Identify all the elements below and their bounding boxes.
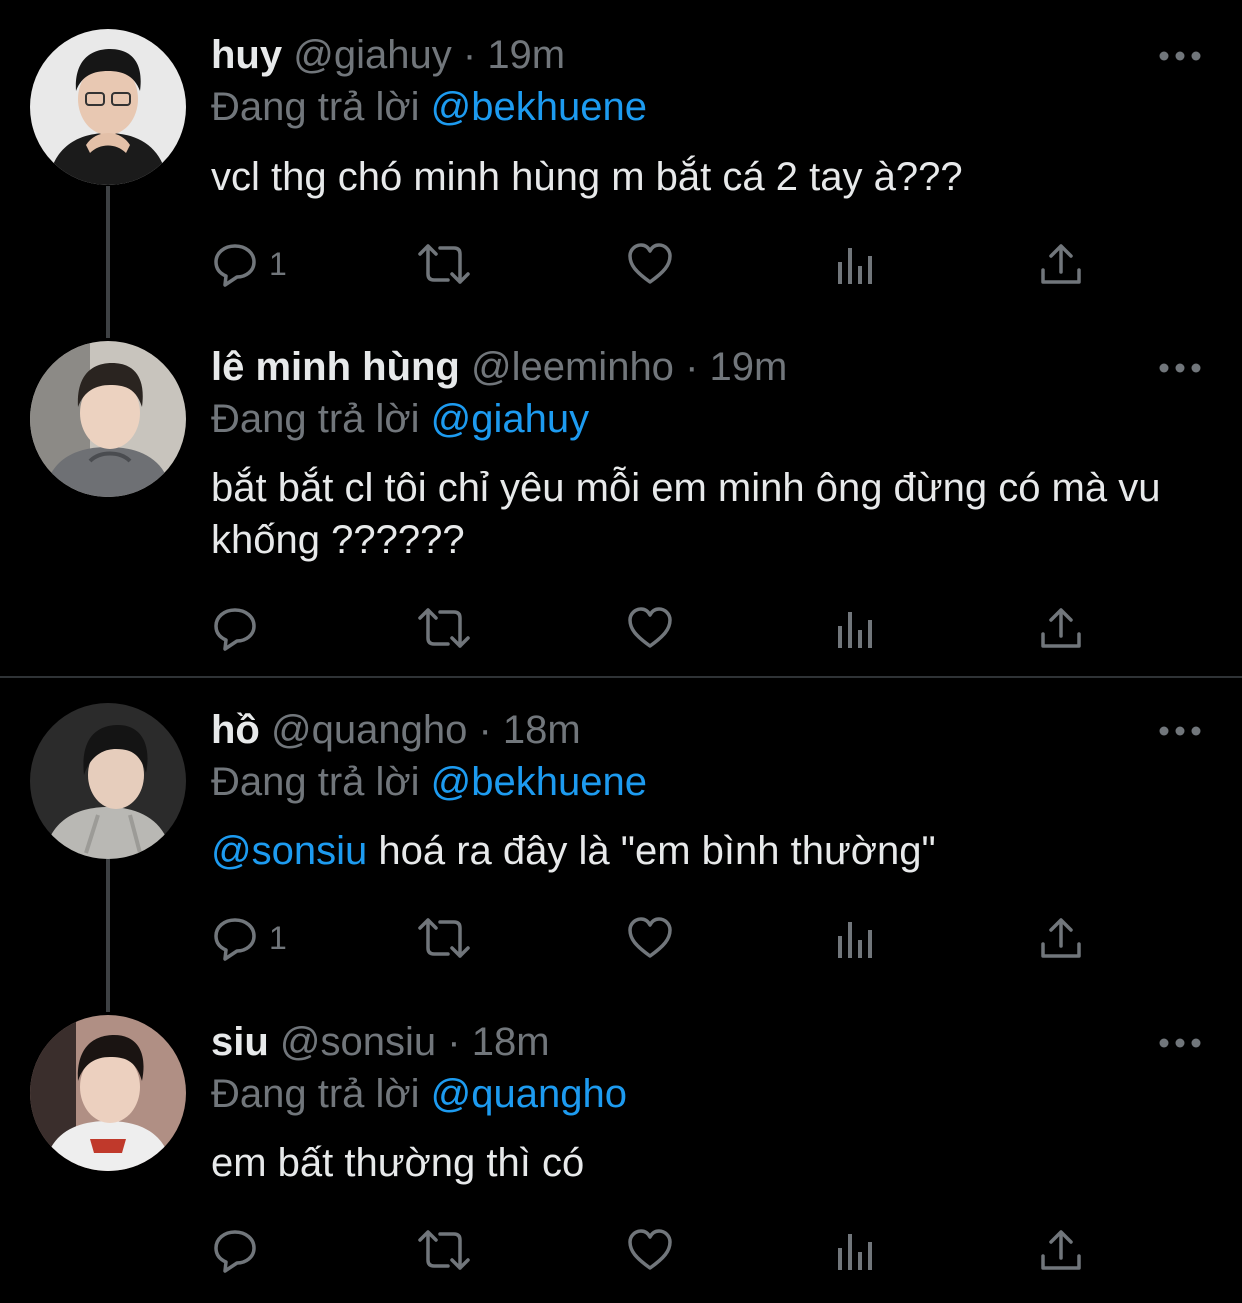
timestamp[interactable]: 19m	[710, 345, 788, 389]
tweet-text: @sonsiu hoá ra đây là "em bình thường"	[211, 825, 1171, 877]
retweet-icon	[416, 914, 472, 962]
analytics-icon	[834, 1226, 878, 1274]
reply-button[interactable]	[211, 602, 269, 654]
reply-button[interactable]	[211, 1224, 269, 1276]
analytics-icon	[834, 914, 878, 962]
display-name[interactable]: siu	[211, 1020, 269, 1064]
views-button[interactable]	[834, 602, 878, 654]
share-button[interactable]	[1039, 602, 1083, 654]
retweet-button[interactable]	[416, 238, 472, 290]
heart-icon	[626, 1226, 674, 1274]
timestamp[interactable]: 18m	[503, 708, 581, 752]
handle[interactable]: @quangho	[271, 708, 467, 752]
replying-to-handle[interactable]: @bekhuene	[431, 85, 647, 129]
separator: ·	[478, 708, 492, 752]
analytics-icon	[834, 604, 878, 652]
retweet-icon	[416, 604, 472, 652]
handle[interactable]: @sonsiu	[280, 1020, 436, 1064]
analytics-icon	[834, 240, 878, 288]
more-icon[interactable]	[1158, 724, 1202, 736]
mention-link[interactable]: @sonsiu	[211, 829, 367, 873]
tweet-header: hồ @quangho · 18m	[211, 707, 581, 753]
display-name[interactable]: hồ	[211, 708, 260, 752]
retweet-icon	[416, 240, 472, 288]
views-button[interactable]	[834, 912, 878, 964]
more-icon[interactable]	[1158, 1036, 1202, 1048]
views-button[interactable]	[834, 1224, 878, 1276]
tweet-1[interactable]: huy @giahuy · 19m Đang trả lời @bekhuene…	[0, 0, 1242, 338]
reply-icon	[211, 604, 259, 652]
reply-icon	[211, 240, 259, 288]
reply-button[interactable]: 1	[211, 238, 287, 290]
action-bar	[211, 1224, 1091, 1276]
display-name[interactable]: huy	[211, 33, 282, 77]
share-button[interactable]	[1039, 238, 1083, 290]
reply-button[interactable]: 1	[211, 912, 287, 964]
thread-line	[106, 186, 110, 338]
tweet-3[interactable]: hồ @quangho · 18m Đang trả lời @bekhuene…	[0, 678, 1242, 1012]
timestamp[interactable]: 18m	[472, 1020, 550, 1064]
action-bar	[211, 602, 1091, 654]
handle[interactable]: @giahuy	[293, 33, 451, 77]
share-button[interactable]	[1039, 912, 1083, 964]
heart-icon	[626, 914, 674, 962]
replying-to: Đang trả lời @bekhuene	[211, 84, 647, 130]
more-icon[interactable]	[1158, 49, 1202, 61]
share-icon	[1039, 914, 1083, 962]
share-icon	[1039, 240, 1083, 288]
like-button[interactable]	[626, 912, 674, 964]
replying-to: Đang trả lời @quangho	[211, 1071, 627, 1117]
handle[interactable]: @leeminho	[471, 345, 674, 389]
tweet-text-content: hoá ra đây là "em bình thường"	[378, 829, 936, 873]
avatar[interactable]	[30, 703, 186, 859]
retweet-button[interactable]	[416, 602, 472, 654]
reply-icon	[211, 1226, 259, 1274]
replying-to: Đang trả lời @bekhuene	[211, 759, 647, 805]
share-button[interactable]	[1039, 1224, 1083, 1276]
avatar[interactable]	[30, 341, 186, 497]
reply-count: 1	[269, 245, 287, 282]
share-icon	[1039, 604, 1083, 652]
tweet-4[interactable]: siu @sonsiu · 18m Đang trả lời @quangho …	[0, 1012, 1242, 1303]
like-button[interactable]	[626, 602, 674, 654]
tweet-header: lê minh hùng @leeminho · 19m	[211, 344, 787, 390]
heart-icon	[626, 604, 674, 652]
avatar[interactable]	[30, 29, 186, 185]
more-icon[interactable]	[1158, 361, 1202, 373]
tweet-header: huy @giahuy · 19m	[211, 32, 565, 78]
separator: ·	[447, 1020, 461, 1064]
replying-to-label: Đang trả lời	[211, 1072, 420, 1116]
share-icon	[1039, 1226, 1083, 1274]
retweet-button[interactable]	[416, 1224, 472, 1276]
tweet-text: em bất thường thì có	[211, 1141, 585, 1185]
avatar[interactable]	[30, 1015, 186, 1171]
timestamp[interactable]: 19m	[487, 33, 565, 77]
thread-line	[106, 858, 110, 1012]
replying-to-label: Đang trả lời	[211, 85, 420, 129]
tweet-header: siu @sonsiu · 18m	[211, 1019, 550, 1065]
action-bar: 1	[211, 912, 1091, 964]
replying-to-handle[interactable]: @giahuy	[431, 397, 589, 441]
views-button[interactable]	[834, 238, 878, 290]
retweet-button[interactable]	[416, 912, 472, 964]
heart-icon	[626, 240, 674, 288]
tweet-text: vcl thg chó minh hùng m bắt cá 2 tay à??…	[211, 155, 963, 199]
reply-icon	[211, 914, 259, 962]
action-bar: 1	[211, 238, 1091, 290]
display-name[interactable]: lê minh hùng	[211, 345, 460, 389]
replying-to-handle[interactable]: @bekhuene	[431, 760, 647, 804]
reply-count: 1	[269, 919, 287, 956]
separator: ·	[462, 33, 477, 77]
replying-to: Đang trả lời @giahuy	[211, 396, 589, 442]
tweet-2[interactable]: lê minh hùng @leeminho · 19m Đang trả lờ…	[0, 338, 1242, 676]
retweet-icon	[416, 1226, 472, 1274]
separator: ·	[685, 345, 699, 389]
replying-to-label: Đang trả lời	[211, 760, 420, 804]
like-button[interactable]	[626, 238, 674, 290]
replying-to-label: Đang trả lời	[211, 397, 420, 441]
tweet-text: bắt bắt cl tôi chỉ yêu mỗi em minh ông đ…	[211, 466, 1161, 562]
like-button[interactable]	[626, 1224, 674, 1276]
replying-to-handle[interactable]: @quangho	[431, 1072, 627, 1116]
